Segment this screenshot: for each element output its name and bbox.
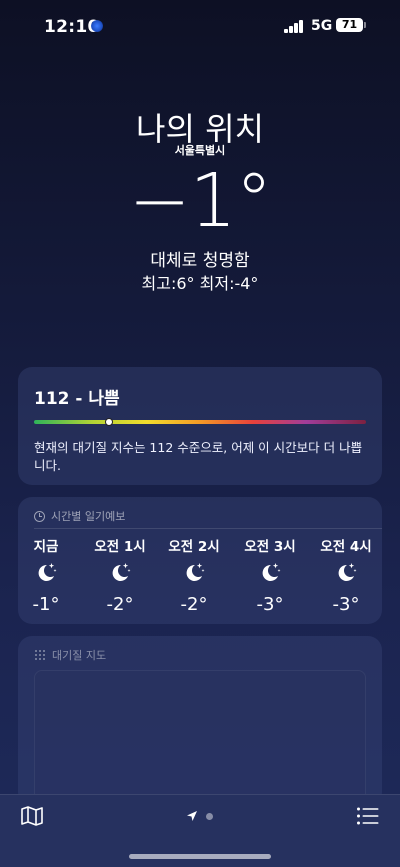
air-quality-map-header: 대기질 지도 [34,647,106,663]
hourly-item: 오전 4시 -3° [306,535,386,615]
hour-temperature: -1° [32,594,60,615]
hourly-item: 오전 3시 -3° [230,535,310,615]
list-icon[interactable] [356,806,380,826]
air-quality-map-heading: 대기질 지도 [52,649,107,662]
moon-stars-icon [338,563,357,581]
hourly-forecast-header: 시간별 일기예보 [34,508,125,524]
air-quality-marker [104,418,113,426]
home-indicator[interactable] [129,854,271,859]
location-indicator-icon [91,20,103,32]
map-icon[interactable] [20,805,44,827]
clock-icon [34,510,45,522]
hour-label: 오전 4시 [320,539,372,555]
high-low-temperature: 최고:6° 최저:-4° [141,274,259,293]
air-quality-map-card[interactable]: 대기질 지도 [18,636,382,810]
current-temperature: −1° [128,158,272,244]
hour-label: 오전 2시 [168,539,220,555]
hour-label: 오전 1시 [94,539,146,555]
hourly-item: 오전 2시 -2° [154,535,234,615]
air-quality-card[interactable]: 112 - 나쁨 현재의 대기질 지수는 112 수준으로, 어제 이 시간보다… [18,367,382,485]
cellular-signal-icon [284,20,304,33]
hour-temperature: -3° [256,594,284,615]
network-type: 5G [311,18,333,34]
hour-label: 지금 [33,539,59,555]
page-dot [206,812,213,820]
moon-stars-icon [38,563,57,581]
hour-temperature: -2° [106,594,134,615]
battery-tip [364,22,366,28]
city-name: 서울특별시 [174,144,226,157]
air-quality-title: 112 - 나쁨 [34,389,120,409]
hourly-item: 지금 -1° [6,535,86,615]
page-indicator[interactable] [186,810,213,822]
air-quality-dots-icon [35,650,45,660]
weather-condition: 대체로 청명함 [150,251,250,271]
air-quality-scale [34,420,366,424]
hour-temperature: -3° [332,594,360,615]
hour-label: 오전 3시 [244,539,296,555]
air-quality-map[interactable] [34,670,366,810]
battery-icon: 71 [336,18,363,32]
air-quality-description: 현재의 대기질 지수는 112 수준으로, 어제 이 시간보다 더 나쁩니다. [34,440,363,473]
hourly-item: 오전 1시 -2° [80,535,160,615]
hourly-forecast-heading: 시간별 일기예보 [51,510,126,523]
location-arrow-icon [187,811,197,821]
hour-temperature: -2° [180,594,208,615]
divider [34,528,382,529]
status-bar: 12:10 5G 71 [0,0,400,54]
hourly-forecast-card[interactable]: 시간별 일기예보 지금 -1° 오전 1시 -2° 오전 2시 -2° 오전 3시 -3° 오전… [18,497,382,624]
moon-stars-icon [262,563,281,581]
moon-stars-icon [112,563,131,581]
moon-stars-icon [186,563,205,581]
